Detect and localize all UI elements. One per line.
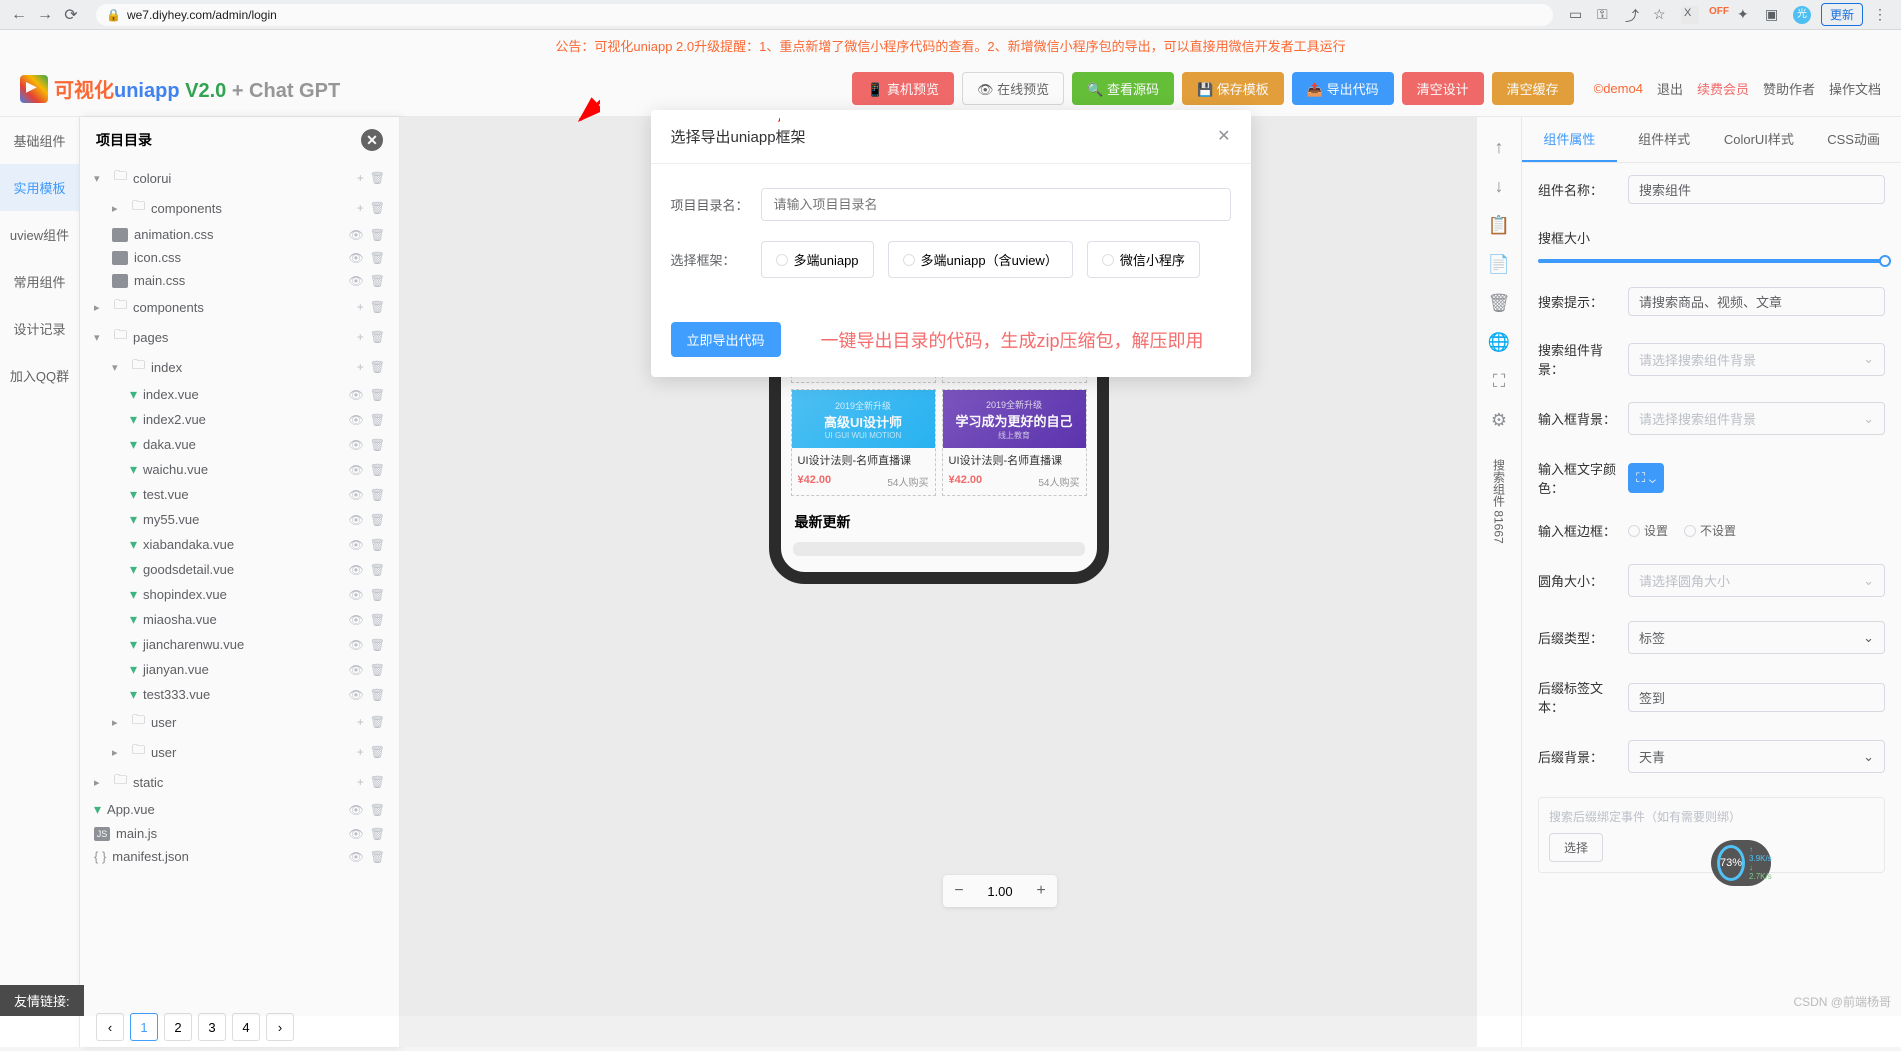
dir-name-row: 项目目录名： (671, 188, 1231, 221)
export-now-button[interactable]: 立即导出代码 (671, 322, 781, 357)
modal-header: 选择导出uniapp框架 ✕ (651, 110, 1251, 164)
page-number[interactable]: 2 (164, 1013, 192, 1041)
page-number[interactable]: 4 (232, 1013, 260, 1041)
export-modal: 选择导出uniapp框架 ✕ 项目目录名： 选择框架： 多端uniapp 多端u… (651, 110, 1251, 377)
modal-overlay: 选择导出uniapp框架 ✕ 项目目录名： 选择框架： 多端uniapp 多端u… (0, 0, 1901, 1016)
framework-options: 多端uniapp 多端uniapp（含uview） 微信小程序 (761, 241, 1200, 278)
export-hint-text: 一键导出目录的代码，生成zip压缩包，解压即用 (821, 327, 1204, 353)
modal-body: 项目目录名： 选择框架： 多端uniapp 多端uniapp（含uview） 微… (651, 164, 1251, 322)
dir-name-label: 项目目录名： (671, 195, 761, 214)
framework-label: 选择框架： (671, 250, 761, 269)
framework-row: 选择框架： 多端uniapp 多端uniapp（含uview） 微信小程序 (671, 241, 1231, 278)
speed-widget: 73% ↑ 3.9K/s ↓ 2.7K/s (1711, 840, 1771, 886)
page-prev[interactable]: ‹ (96, 1013, 124, 1041)
page-number[interactable]: 1 (130, 1013, 158, 1041)
framework-opt-uview[interactable]: 多端uniapp（含uview） (888, 241, 1073, 278)
annotation-arrow-2 (300, 20, 600, 140)
modal-actions: 立即导出代码 一键导出目录的代码，生成zip压缩包，解压即用 (651, 322, 1251, 377)
annotation-arrow-1 (140, 20, 600, 140)
footer-links: 友情链接: (0, 985, 84, 1016)
dir-name-input[interactable] (761, 188, 1231, 221)
framework-opt-wechat[interactable]: 微信小程序 (1087, 241, 1200, 278)
page-number[interactable]: 3 (198, 1013, 226, 1041)
watermark: CSDN @前端杨哥 (1793, 993, 1891, 1010)
framework-opt-uniapp[interactable]: 多端uniapp (761, 241, 874, 278)
modal-title: 选择导出uniapp框架 (671, 126, 806, 147)
modal-close-button[interactable]: ✕ (1217, 126, 1230, 147)
speed-percent: 73% (1717, 845, 1745, 881)
speed-stats: ↑ 3.9K/s ↓ 2.7K/s (1749, 845, 1772, 881)
page-next[interactable]: › (266, 1013, 294, 1041)
